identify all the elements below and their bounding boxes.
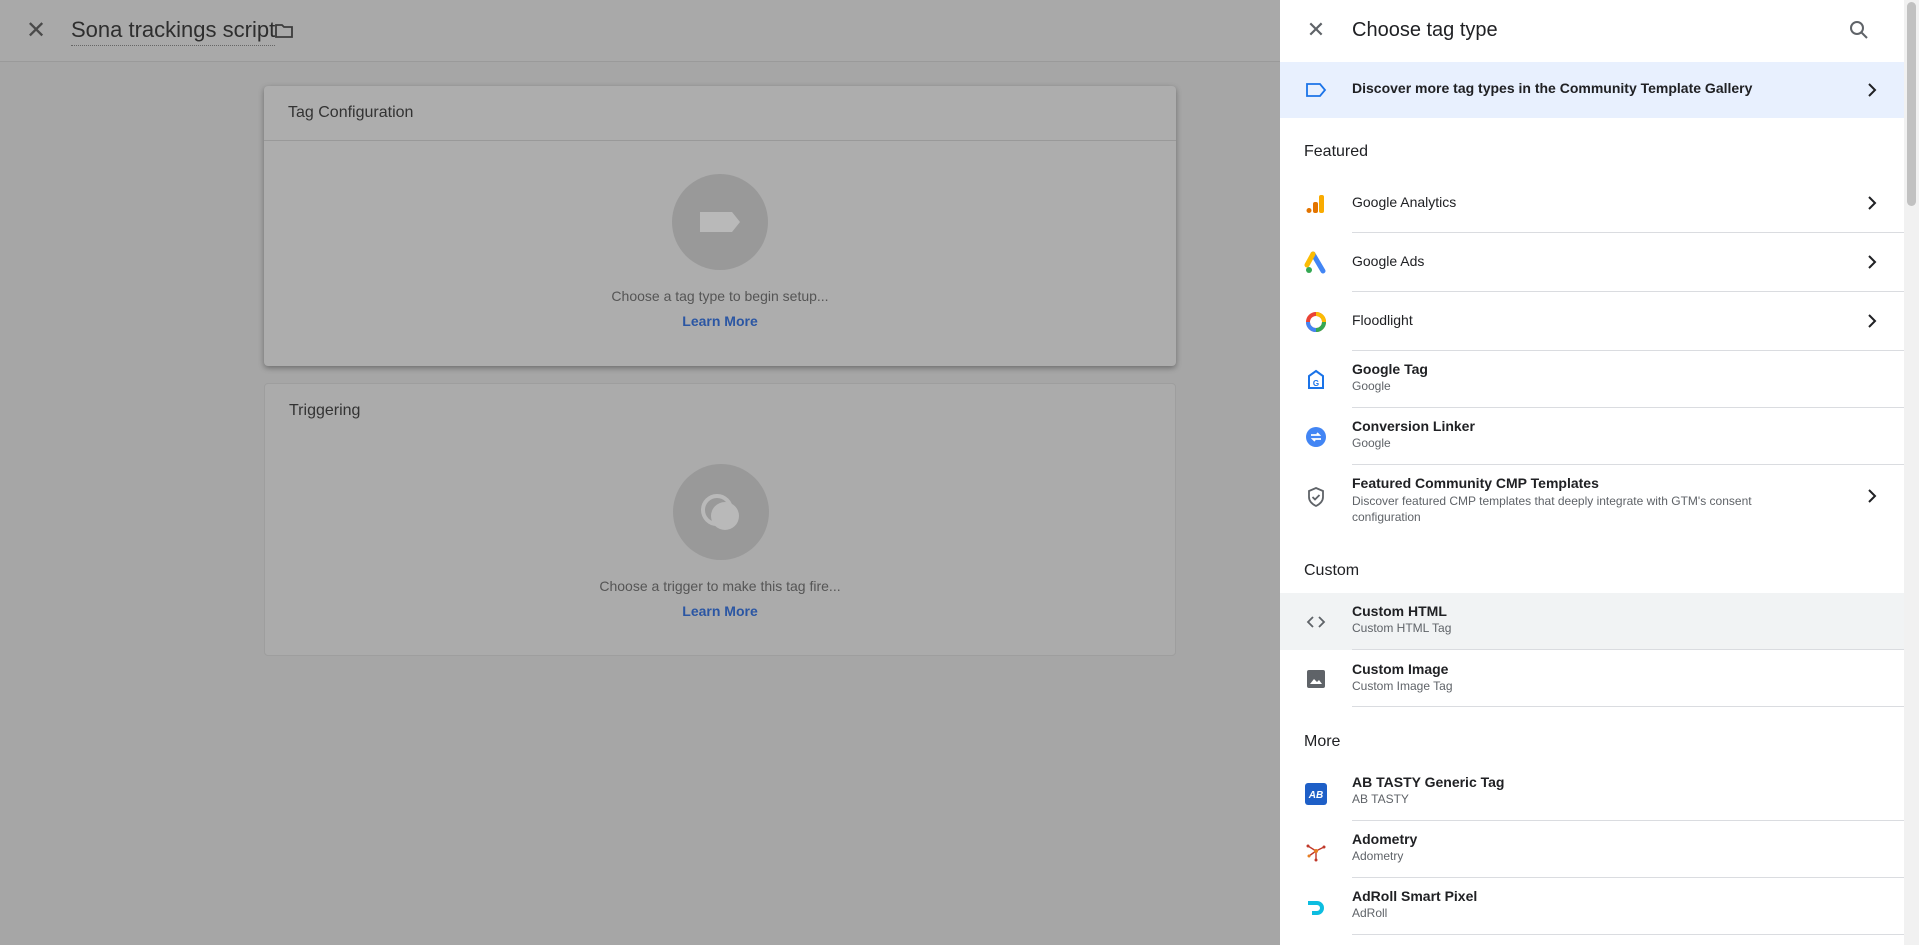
svg-text:G: G (1313, 379, 1319, 388)
tag-type-adometry[interactable]: Adometry Adometry (1280, 821, 1904, 878)
tag-type-google-ads[interactable]: Google Ads (1280, 233, 1904, 292)
tag-type-name: Custom HTML (1352, 603, 1447, 619)
section-more: More (1304, 733, 1341, 750)
tag-type-name: Adometry (1352, 831, 1418, 847)
chevron-right-icon (1860, 191, 1884, 215)
google-tag-icon: G (1304, 369, 1328, 393)
tag-config-learn-more-link[interactable]: Learn More (264, 313, 1176, 329)
trigger-placeholder-icon[interactable] (673, 464, 769, 560)
tag-type-floodlight[interactable]: Floodlight (1280, 292, 1904, 351)
chevron-right-icon (1860, 309, 1884, 333)
tag-type-google-tag[interactable]: G Google Tag Google (1280, 351, 1904, 408)
editor-topbar: ✕ Sona trackings script (0, 0, 1280, 62)
triggering-learn-more-link[interactable]: Learn More (265, 603, 1175, 619)
folder-icon[interactable] (272, 19, 296, 43)
scrollbar-thumb[interactable] (1907, 2, 1916, 206)
tag-name-title[interactable]: Sona trackings script (71, 17, 276, 46)
code-icon (1304, 610, 1328, 634)
tag-type-ab-tasty[interactable]: AB AB TASTY Generic Tag AB TASTY (1280, 764, 1904, 821)
tag-type-name: Conversion Linker (1352, 418, 1475, 434)
image-icon (1304, 667, 1328, 691)
chevron-right-icon (1860, 484, 1884, 508)
tag-type-name: Featured Community CMP Templates (1352, 475, 1599, 491)
community-gallery-label: Discover more tag types in the Community… (1352, 80, 1753, 96)
conversion-linker-icon (1304, 425, 1328, 449)
panel-header: ✕ Choose tag type (1280, 0, 1904, 62)
card-divider (264, 140, 1176, 141)
tag-type-name: Google Analytics (1352, 194, 1457, 210)
row-divider (1352, 934, 1904, 935)
tag-type-name: Google Tag (1352, 361, 1428, 377)
tag-type-description: Discover featured CMP templates that dee… (1352, 494, 1752, 524)
tag-config-hint: Choose a tag type to begin setup... (611, 288, 829, 304)
tag-type-name: AdRoll Smart Pixel (1352, 888, 1478, 904)
tag-type-vendor: AB TASTY (1352, 792, 1409, 806)
tag-type-adroll-smart-pixel[interactable]: AdRoll Smart Pixel AdRoll (1280, 878, 1904, 935)
section-custom: Custom (1304, 562, 1360, 579)
community-gallery-link[interactable]: Discover more tag types in the Community… (1280, 62, 1904, 118)
tag-type-vendor: Google (1352, 379, 1391, 393)
tag-type-featured-cmp-templates[interactable]: Featured Community CMP Templates Discove… (1280, 465, 1904, 535)
shield-check-icon (1304, 485, 1328, 509)
tag-placeholder-icon[interactable] (672, 174, 768, 270)
google-analytics-icon (1304, 192, 1328, 216)
svg-text:AB: AB (1308, 790, 1323, 801)
row-divider (1352, 706, 1904, 707)
chevron-right-icon (1860, 78, 1884, 102)
tag-configuration-title: Tag Configuration (288, 104, 414, 121)
tag-type-vendor: Custom HTML Tag (1352, 621, 1452, 635)
tag-type-custom-image[interactable]: Custom Image Custom Image Tag (1280, 650, 1904, 707)
tag-type-name: Floodlight (1352, 312, 1413, 328)
google-ads-icon (1304, 251, 1328, 275)
tag-type-name: Google Ads (1352, 253, 1425, 269)
tag-type-vendor: Google (1352, 436, 1391, 450)
tag-type-google-analytics[interactable]: Google Analytics (1280, 174, 1904, 233)
tag-type-custom-html[interactable]: Custom HTML Custom HTML Tag (1280, 593, 1904, 650)
tag-configuration-card[interactable]: Tag Configuration Choose a tag type to b… (264, 86, 1176, 366)
adometry-icon (1304, 839, 1328, 863)
floodlight-icon (1304, 310, 1328, 334)
tag-type-name: Custom Image (1352, 661, 1449, 677)
triggering-title: Triggering (289, 402, 361, 419)
triggering-hint: Choose a trigger to make this tag fire..… (599, 578, 841, 594)
tag-type-vendor: Custom Image Tag (1352, 679, 1453, 693)
triggering-card[interactable]: Triggering Choose a trigger to make this… (264, 383, 1176, 656)
tag-type-vendor: AdRoll (1352, 906, 1388, 920)
close-editor-icon[interactable]: ✕ (24, 19, 48, 43)
ab-tasty-icon: AB (1304, 782, 1328, 806)
tag-type-vendor: Adometry (1352, 849, 1404, 863)
choose-tag-type-panel: ✕ Choose tag type Discover more tag type… (1280, 0, 1904, 945)
panel-scrollbar[interactable] (1904, 0, 1919, 945)
tag-type-name: AB TASTY Generic Tag (1352, 774, 1505, 790)
section-featured: Featured (1304, 143, 1369, 160)
tag-outline-icon (1304, 80, 1328, 100)
close-panel-icon[interactable]: ✕ (1304, 18, 1328, 42)
adroll-icon (1304, 896, 1328, 920)
tag-type-conversion-linker[interactable]: Conversion Linker Google (1280, 408, 1904, 465)
search-icon[interactable] (1847, 18, 1871, 42)
panel-title: Choose tag type (1352, 19, 1498, 41)
chevron-right-icon (1860, 250, 1884, 274)
